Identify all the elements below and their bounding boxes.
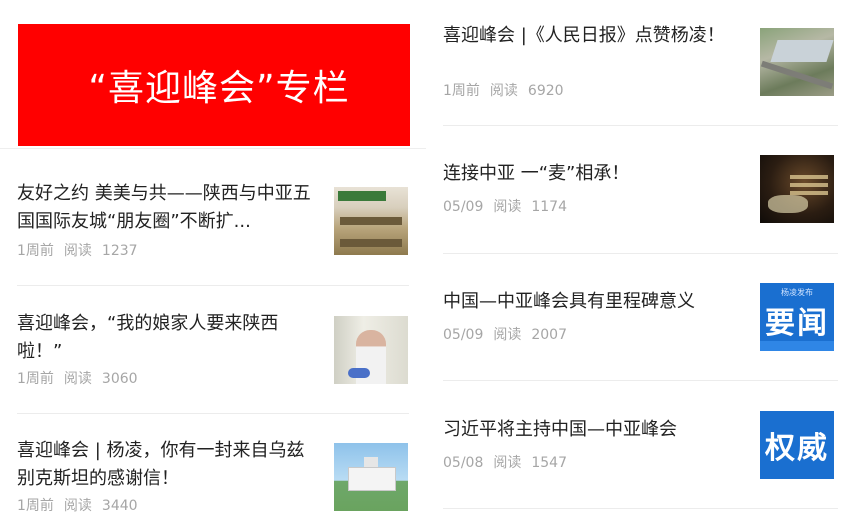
read-count: 3060 bbox=[101, 371, 138, 387]
article-item[interactable]: 喜迎峰会 |《人民日报》点赞杨凌！ 1周前 阅读 6920 bbox=[443, 22, 838, 106]
divider bbox=[17, 413, 409, 414]
divider bbox=[443, 125, 838, 126]
article-time: 1周前 bbox=[443, 83, 480, 99]
divider bbox=[443, 508, 838, 509]
article-meta: 05/09 阅读 2007 bbox=[443, 324, 577, 344]
article-item[interactable]: 喜迎峰会，“我的娘家人要来陕西啦！” 1周前 阅读 3060 bbox=[17, 310, 409, 394]
article-item[interactable]: 喜迎峰会 | 杨凌，你有一封来自乌兹别克斯坦的感谢信！ 1周前 阅读 3440 bbox=[17, 437, 409, 521]
read-label: 阅读 bbox=[63, 498, 92, 514]
read-count: 1547 bbox=[531, 455, 567, 471]
article-meta: 1周前 阅读 1237 bbox=[17, 240, 148, 260]
read-count: 2007 bbox=[531, 327, 567, 343]
left-column: “喜迎峰会”专栏 友好之约 美美与共——陕西与中亚五国国际友城“朋友圈”不断扩.… bbox=[0, 0, 426, 524]
read-label: 阅读 bbox=[493, 455, 522, 471]
article-title: 喜迎峰会 |《人民日报》点赞杨凌！ bbox=[443, 25, 725, 46]
right-column: 喜迎峰会 |《人民日报》点赞杨凌！ 1周前 阅读 6920 连接中亚 一“麦”相承！… bbox=[426, 0, 863, 524]
read-count: 1237 bbox=[101, 243, 138, 259]
article-title: 习近平将主持中国—中亚峰会 bbox=[443, 419, 677, 440]
badge-text: 权威 bbox=[765, 431, 829, 466]
yaowen-badge-thumbnail: 杨凌发布 要闻 bbox=[760, 283, 834, 351]
article-title: 喜迎峰会 | 杨凌，你有一封来自乌兹别克斯坦的感谢信！ bbox=[17, 440, 305, 489]
divider bbox=[443, 253, 838, 254]
article-thumbnail bbox=[334, 187, 408, 255]
read-label: 阅读 bbox=[63, 243, 92, 259]
article-meta: 1周前 阅读 6920 bbox=[443, 80, 574, 100]
article-thumbnail bbox=[760, 155, 834, 223]
read-count: 1174 bbox=[531, 199, 567, 215]
badge-text: 要闻 bbox=[765, 306, 829, 341]
article-item[interactable]: 习近平将主持中国—中亚峰会 05/08 阅读 1547 权威 bbox=[443, 411, 838, 486]
article-time: 05/09 bbox=[443, 327, 484, 343]
article-thumbnail bbox=[760, 28, 834, 96]
badge-source-text: 杨凌发布 bbox=[781, 288, 813, 297]
read-label: 阅读 bbox=[493, 327, 522, 343]
article-time: 05/08 bbox=[443, 455, 484, 471]
article-item[interactable]: 友好之约 美美与共——陕西与中亚五国国际友城“朋友圈”不断扩... 1周前 阅读 1… bbox=[17, 180, 409, 264]
article-time: 1周前 bbox=[17, 243, 54, 259]
divider bbox=[443, 380, 838, 381]
divider bbox=[17, 285, 409, 286]
article-thumbnail bbox=[334, 316, 408, 384]
read-label: 阅读 bbox=[493, 199, 522, 215]
article-meta: 1周前 阅读 3440 bbox=[17, 495, 148, 515]
article-item[interactable]: 中国—中亚峰会具有里程碑意义 05/09 阅读 2007 杨凌发布 要闻 bbox=[443, 283, 838, 358]
article-meta: 05/08 阅读 1547 bbox=[443, 452, 577, 472]
read-count: 6920 bbox=[527, 83, 564, 99]
article-meta: 05/09 阅读 1174 bbox=[443, 196, 577, 216]
article-meta: 1周前 阅读 3060 bbox=[17, 368, 148, 388]
article-title: 中国—中亚峰会具有里程碑意义 bbox=[443, 291, 695, 312]
article-title: 友好之约 美美与共——陕西与中亚五国国际友城“朋友圈”不断扩... bbox=[17, 183, 311, 232]
article-time: 1周前 bbox=[17, 498, 54, 514]
read-label: 阅读 bbox=[489, 83, 518, 99]
article-title: 连接中亚 一“麦”相承！ bbox=[443, 163, 630, 184]
banner-title: “喜迎峰会”专栏 bbox=[88, 68, 350, 109]
article-time: 05/09 bbox=[443, 199, 484, 215]
article-time: 1周前 bbox=[17, 371, 54, 387]
article-thumbnail bbox=[334, 443, 408, 511]
quanwei-badge-thumbnail: 权威 bbox=[760, 411, 834, 479]
read-label: 阅读 bbox=[63, 371, 92, 387]
column-banner[interactable]: “喜迎峰会”专栏 bbox=[18, 24, 410, 146]
article-item[interactable]: 连接中亚 一“麦”相承！ 05/09 阅读 1174 bbox=[443, 155, 838, 230]
divider bbox=[0, 148, 426, 149]
read-count: 3440 bbox=[101, 498, 138, 514]
article-title: 喜迎峰会，“我的娘家人要来陕西啦！” bbox=[17, 313, 279, 362]
